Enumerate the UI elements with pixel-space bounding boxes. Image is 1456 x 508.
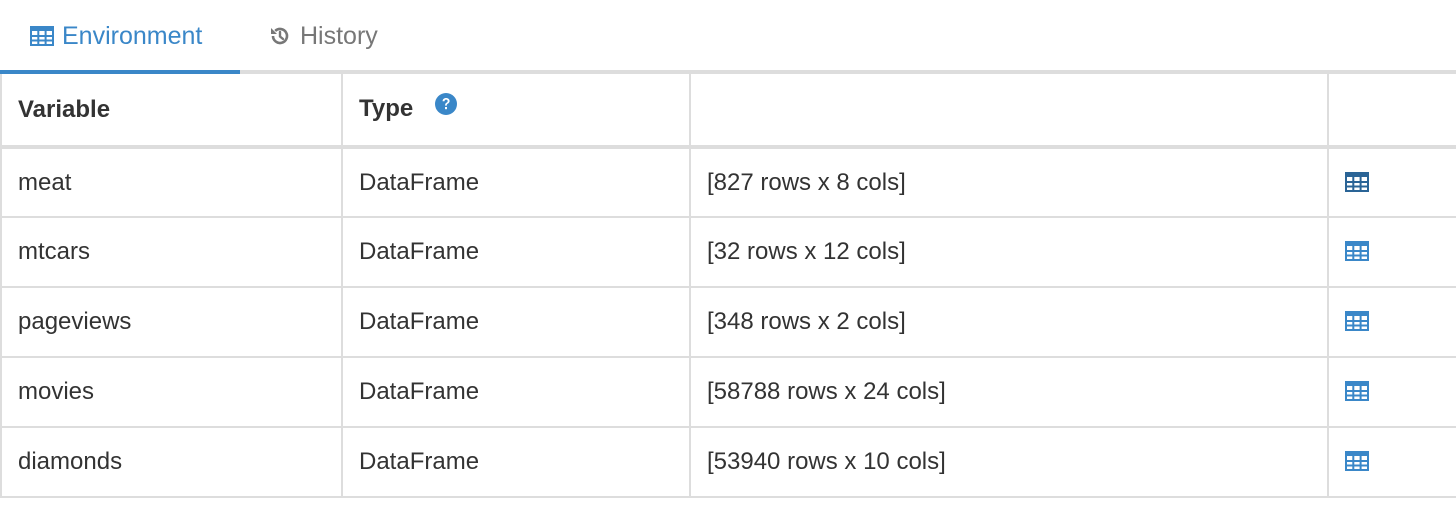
cell-action [1327, 216, 1456, 288]
question-circle-icon[interactable] [434, 92, 458, 123]
table-row: diamonds DataFrame [53940 rows x 10 cols… [0, 426, 1456, 498]
cell-summary: [32 rows x 12 cols] [689, 216, 1329, 288]
tab-history[interactable]: History [240, 0, 408, 72]
cell-action [1327, 146, 1456, 218]
view-table-icon[interactable] [1345, 310, 1369, 338]
header-summary [689, 72, 1329, 149]
cell-summary: [827 rows x 8 cols] [689, 146, 1329, 218]
header-type[interactable]: Type [341, 72, 691, 149]
cell-variable: pageviews [0, 286, 343, 358]
cell-action [1327, 286, 1456, 358]
cell-summary: [53940 rows x 10 cols] [689, 426, 1329, 498]
tab-environment-label: Environment [62, 21, 203, 50]
view-table-icon[interactable] [1345, 380, 1369, 408]
cell-type: DataFrame [341, 216, 691, 288]
cell-type: DataFrame [341, 426, 691, 498]
table-icon [30, 26, 54, 46]
header-type-label: Type [359, 94, 414, 122]
tab-bar: Environment History [0, 0, 1456, 74]
header-action [1327, 72, 1456, 149]
cell-variable: movies [0, 356, 343, 428]
tab-history-label: History [300, 21, 378, 50]
view-table-icon[interactable] [1345, 450, 1369, 478]
table-row: movies DataFrame [58788 rows x 24 cols] [0, 356, 1456, 428]
header-variable[interactable]: Variable [0, 72, 343, 149]
cell-type: DataFrame [341, 286, 691, 358]
cell-action [1327, 426, 1456, 498]
cell-variable: meat [0, 146, 343, 218]
view-table-icon[interactable] [1345, 171, 1369, 199]
table-row: meat DataFrame [827 rows x 8 cols] [0, 146, 1456, 218]
table-header-row: Variable Type [0, 72, 1456, 149]
cell-variable: diamonds [0, 426, 343, 498]
history-icon [268, 24, 292, 48]
cell-type: DataFrame [341, 356, 691, 428]
tab-environment[interactable]: Environment [0, 0, 240, 74]
cell-action [1327, 356, 1456, 428]
view-table-icon[interactable] [1345, 240, 1369, 268]
table-row: mtcars DataFrame [32 rows x 12 cols] [0, 216, 1456, 288]
cell-summary: [348 rows x 2 cols] [689, 286, 1329, 358]
cell-summary: [58788 rows x 24 cols] [689, 356, 1329, 428]
cell-variable: mtcars [0, 216, 343, 288]
cell-type: DataFrame [341, 146, 691, 218]
environment-table: Variable Type meat DataFrame [827 rows x… [0, 72, 1456, 498]
table-row: pageviews DataFrame [348 rows x 2 cols] [0, 286, 1456, 358]
